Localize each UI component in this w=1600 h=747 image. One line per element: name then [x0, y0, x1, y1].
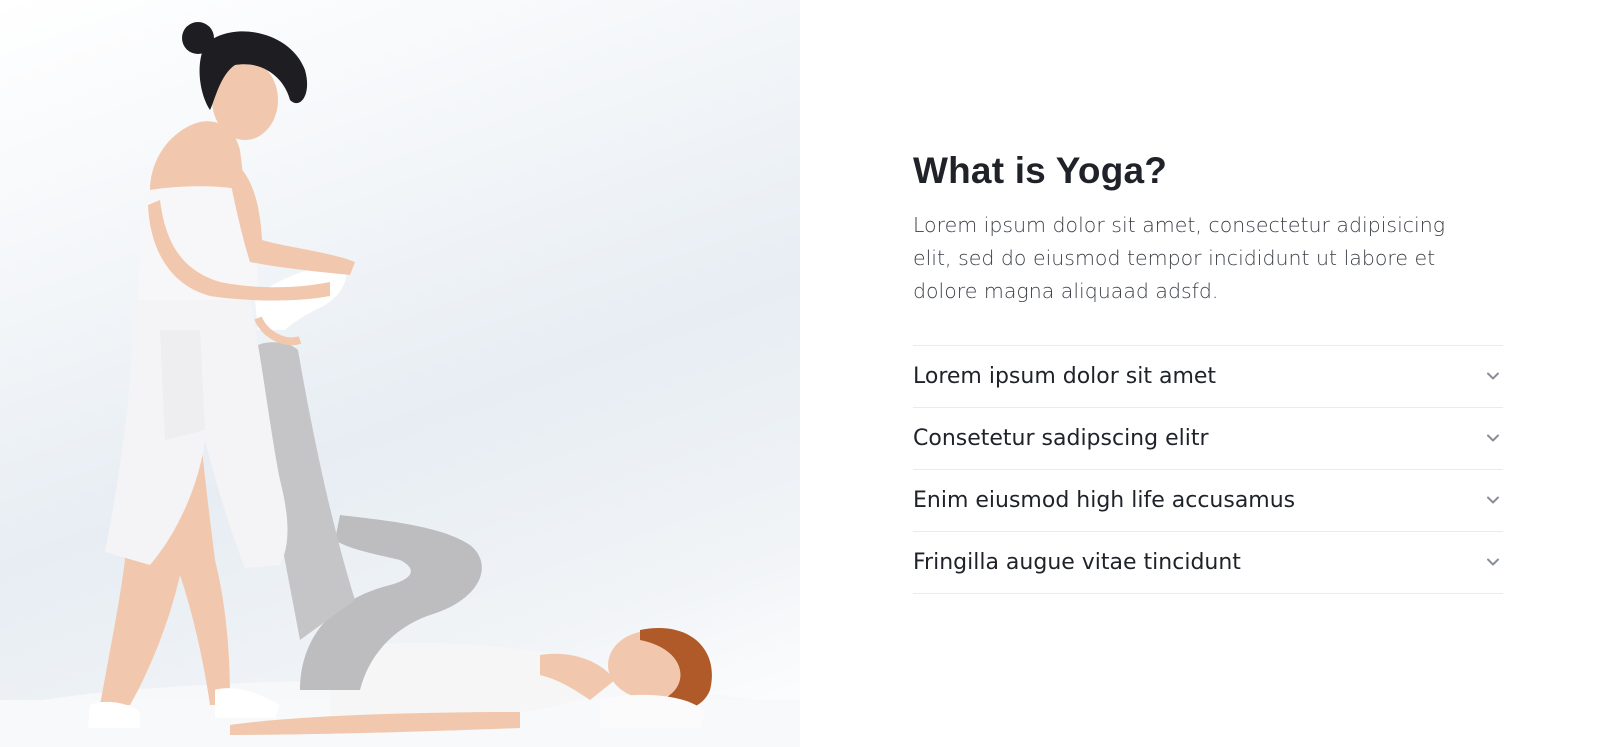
hero-image [0, 0, 800, 747]
accordion-item[interactable]: Enim eiusmod high life accusamus [913, 470, 1503, 532]
accordion-item[interactable]: Lorem ipsum dolor sit amet [913, 346, 1503, 408]
intro-paragraph: Lorem ipsum dolor sit amet, consectetur … [913, 212, 1446, 303]
accordion-item-label: Lorem ipsum dolor sit amet [913, 363, 1217, 389]
accordion: Lorem ipsum dolor sit amet Consetetur sa… [913, 344, 1503, 594]
chevron-down-icon[interactable] [1483, 428, 1503, 448]
page-title: What is Yoga? [913, 150, 1168, 191]
content-panel: What is Yoga? Lorem ipsum dolor sit amet… [800, 0, 1600, 747]
accordion-item-label: Enim eiusmod high life accusamus [913, 487, 1296, 513]
chevron-down-icon[interactable] [1483, 552, 1503, 572]
accordion-item-label: Fringilla augue vitae tincidunt [913, 549, 1241, 575]
accordion-item[interactable]: Fringilla augue vitae tincidunt [913, 532, 1503, 594]
chevron-down-icon[interactable] [1483, 490, 1503, 510]
chevron-down-icon[interactable] [1483, 366, 1503, 386]
page: What is Yoga? Lorem ipsum dolor sit amet… [0, 0, 1600, 747]
accordion-item[interactable]: Consetetur sadipscing elitr [913, 408, 1503, 470]
yoga-photo [0, 22, 800, 747]
accordion-item-label: Consetetur sadipscing elitr [913, 425, 1209, 451]
